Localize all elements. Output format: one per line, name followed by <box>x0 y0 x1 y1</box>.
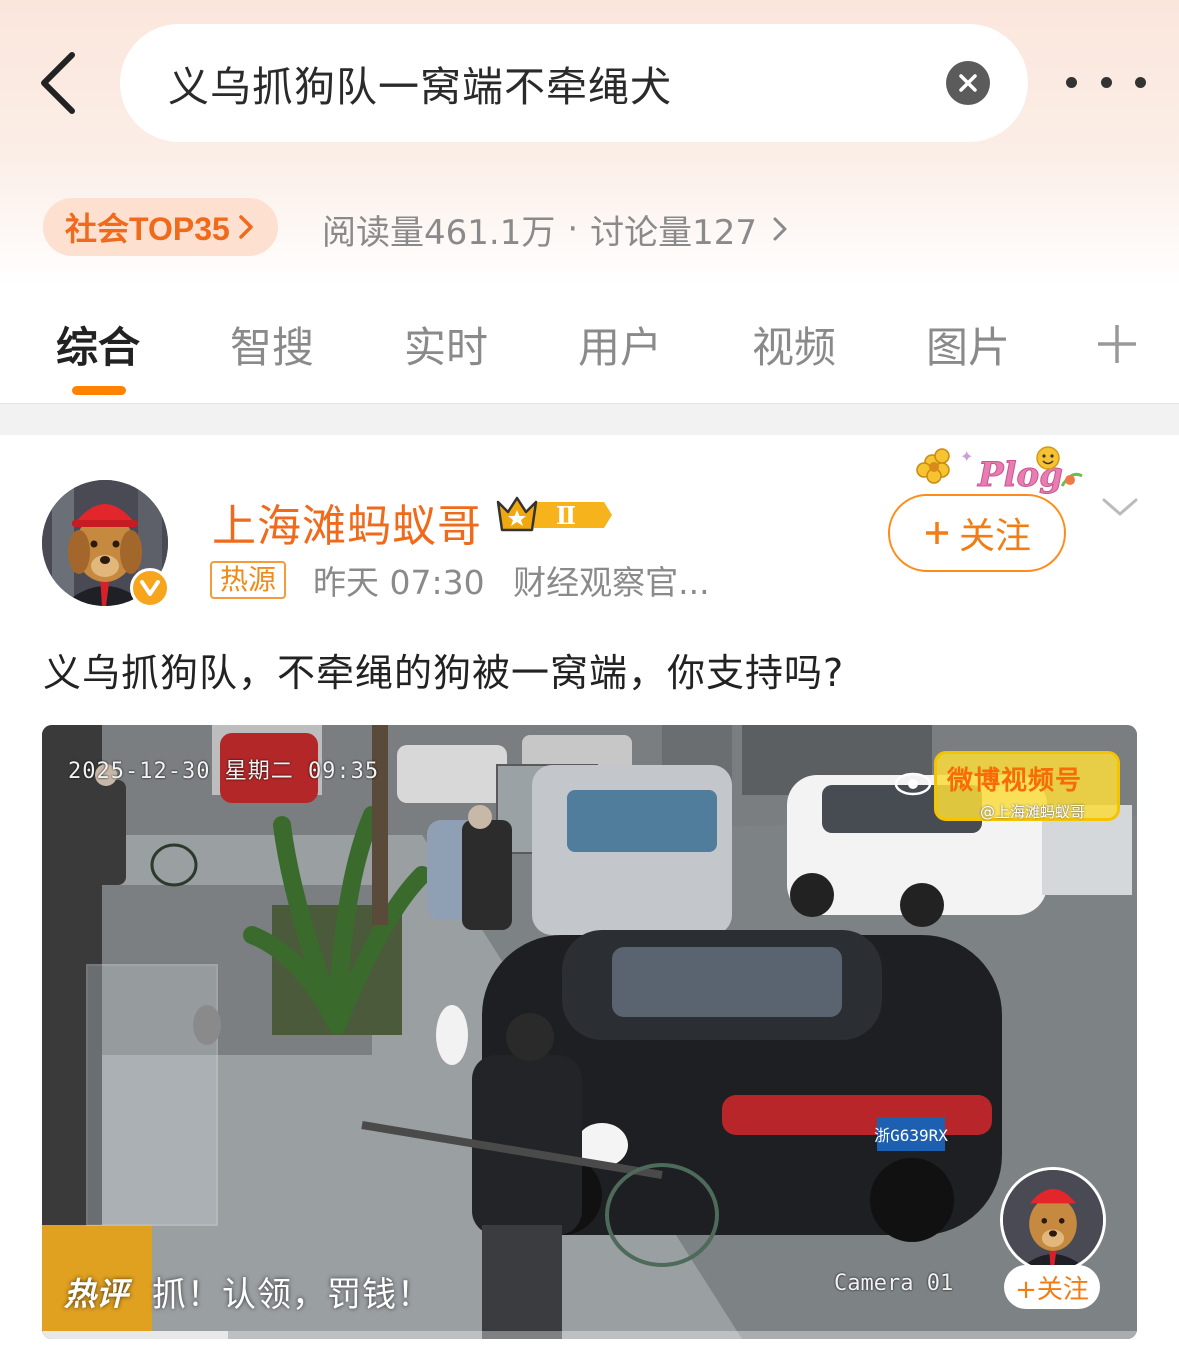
verified-badge-icon <box>130 568 170 608</box>
hot-comment: 热评 抓！认领，罚钱！ <box>64 1267 432 1316</box>
tab-realtime[interactable]: 实时 <box>404 314 488 375</box>
plus-icon <box>925 522 948 544</box>
back-arrow-icon[interactable] <box>28 48 88 118</box>
crown-level-icon: Ⅱ <box>496 494 614 536</box>
tab-images[interactable]: 图片 <box>926 314 1010 375</box>
hot-comment-text: 抓！认领，罚钱！ <box>152 1275 433 1315</box>
camera-label: Camera 01 <box>834 1271 954 1296</box>
active-tab-indicator <box>72 386 126 395</box>
search-tabs: 综合 智搜 实时 用户 视频 图片 <box>0 300 1179 400</box>
chevron-down-icon[interactable] <box>1100 492 1140 522</box>
search-input[interactable]: 义乌抓狗队一窝端不牵绳犬 <box>120 24 1028 142</box>
video-follow-button[interactable]: +关注 <box>1004 1265 1100 1309</box>
plog-sticker: ✦ Plog <box>912 440 1092 502</box>
topic-stats[interactable]: 阅读量461.1万 · 讨论量127 <box>322 204 791 254</box>
add-tab-icon[interactable] <box>1095 322 1139 366</box>
tab-smart-search[interactable]: 智搜 <box>230 314 314 375</box>
post-text: 义乌抓狗队，不牵绳的狗被一窝端，你支持吗? <box>43 651 845 695</box>
watermark-subtitle: @上海滩蚂蚁哥 <box>980 803 1086 821</box>
more-options-icon[interactable] <box>1066 62 1146 102</box>
discussion-count: 讨论量127 <box>590 212 758 253</box>
post-meta: 昨天 07:30 财经观察官... <box>313 556 710 604</box>
author-name[interactable]: 上海滩蚂蚁哥 <box>212 490 482 554</box>
post-time: 昨天 07:30 <box>313 563 485 602</box>
video-progress-fill <box>42 1331 229 1339</box>
video-progress-bar[interactable] <box>42 1331 1137 1339</box>
search-query: 义乌抓狗队一窝端不牵绳犬 <box>168 63 672 111</box>
video-author-avatar[interactable] <box>1000 1167 1106 1273</box>
read-count: 阅读量461.1万 <box>322 212 556 253</box>
weibo-eye-icon <box>894 772 932 796</box>
topic-rank-badge[interactable]: 社会TOP35 <box>43 198 278 256</box>
tab-users[interactable]: 用户 <box>578 314 662 375</box>
chevron-right-icon <box>239 215 253 239</box>
section-divider <box>0 403 1179 435</box>
clear-icon[interactable] <box>946 61 990 105</box>
post-source[interactable]: 财经观察官... <box>513 563 709 602</box>
svg-text:✦: ✦ <box>960 447 973 466</box>
follow-button[interactable]: 关注 <box>888 494 1066 572</box>
tab-comprehensive[interactable]: 综合 <box>56 314 140 375</box>
watermark-title: 微博视频号 <box>947 766 1083 796</box>
follow-label: 关注 <box>958 516 1031 557</box>
license-plate: 浙G639RX <box>874 1126 948 1145</box>
video-timestamp: 2025-12-30 星期二 09:35 <box>68 759 380 784</box>
chevron-right-icon <box>773 217 787 241</box>
stats-separator: · <box>567 209 579 249</box>
tab-videos[interactable]: 视频 <box>752 314 836 375</box>
crown-level-text: Ⅱ <box>556 501 576 530</box>
hot-comment-label: 热评 <box>64 1274 129 1313</box>
hot-source-tag: 热源 <box>210 561 287 599</box>
topic-rank-label: 社会TOP35 <box>65 211 230 247</box>
video-player[interactable]: 浙G639RX 2025-12-30 星期二 09:35 Camera 01 微… <box>42 725 1137 1339</box>
